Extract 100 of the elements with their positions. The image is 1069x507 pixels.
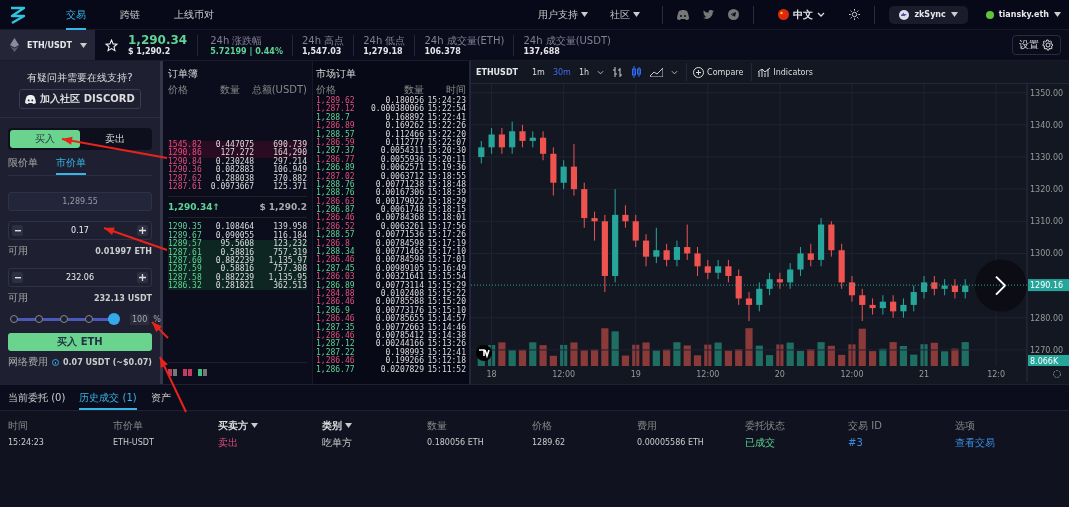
network-selector[interactable]: zkSync [889,5,968,24]
trade-time: 15:17:10 [426,248,466,257]
order-amount: 0.447075 [214,141,255,149]
order-amount: 0.281821 [214,282,255,291]
view-trade-link[interactable]: 查看交易 [955,435,1045,450]
nav-menu[interactable]: 用户支持 [538,7,579,22]
available-value: 0.01997 ETH [95,246,152,256]
sun-icon[interactable] [849,9,861,20]
trade-amount: 0.00784368 [374,214,424,223]
trade-id-link[interactable]: #3 [848,437,955,448]
bars-icon[interactable] [612,66,624,78]
minus-icon[interactable] [12,225,23,236]
trade-price: 1,287.12 [316,105,356,114]
order-price[interactable]: 1286.32 [168,282,210,291]
order-amount: 0.090055 [214,231,255,240]
order-price[interactable]: 1290.36 [168,166,210,175]
nav-tab[interactable]: 上线币对 [174,0,214,30]
candle [951,278,958,299]
minus-icon[interactable] [12,272,23,283]
interval-button[interactable]: 1m [532,67,545,77]
trade-amount: 0.00989105 [374,264,424,273]
number-input[interactable]: 232.06 [23,273,137,282]
interval-button[interactable]: 1h [578,67,590,77]
bird-icon[interactable] [703,10,715,19]
volume-tag: 8.066K [1028,355,1069,366]
info-icon[interactable] [52,358,59,366]
side-tab[interactable]: 卖出 [80,130,150,148]
axis-label: 12:0 [987,370,1006,379]
order-price[interactable]: 1287.60 [168,256,210,266]
book-view-icon[interactable] [168,369,177,376]
side-tab[interactable]: 买入 [10,130,80,148]
caret-icon[interactable] [633,12,641,17]
order-price[interactable]: 1290.86 [168,149,210,158]
order-price[interactable]: 1287.61 [168,182,210,192]
plus-icon[interactable] [137,272,148,283]
order-price[interactable]: 1287.61 [168,248,210,257]
book-view-icon[interactable] [198,369,207,376]
trade-amount: 0.0063261 [380,222,424,231]
compare-button[interactable]: Compare [686,63,744,81]
trade-time: 15:15:29 [426,281,466,290]
number-input[interactable]: 0.17 [23,226,137,235]
table-cell-text: 吃单方 [322,435,353,450]
trade-price: 1,286.46 [316,357,356,366]
history-tab[interactable]: 资产 [150,391,171,410]
table-cell-text: ETH-USDT [113,438,155,447]
settings-button[interactable]: 设置 [1012,35,1061,55]
caret-icon[interactable] [950,12,958,17]
area-chart-icon[interactable] [650,67,664,77]
trade-time: 15:18:39 [426,189,466,198]
book-view-icon[interactable] [183,369,192,376]
candle [725,259,732,283]
pair-selector[interactable]: ETH/USDT [0,30,95,60]
indicators-button[interactable]: Indicators [751,63,813,81]
order-price[interactable]: 1545.82 [168,141,210,150]
trade-price: 1,288.76 [316,189,356,198]
discord-button[interactable]: 加入社区 DISCORD [19,89,141,109]
caret-icon[interactable] [251,423,258,428]
nav-menu[interactable]: 社区 [610,7,631,22]
chevron-down-icon[interactable] [817,12,826,17]
buy-button[interactable]: 买入 ETH [8,333,152,351]
column-header[interactable]: 类别 [322,418,342,433]
discord-icon[interactable] [677,9,690,20]
trade-time: 15:24:23 [426,97,466,105]
interval-button[interactable]: 30m [552,67,571,77]
caret-icon[interactable] [581,12,589,17]
caret-icon[interactable] [345,423,352,428]
logo-icon[interactable] [8,4,28,25]
next-arrow-button[interactable] [975,259,1027,312]
order-type-tab[interactable]: 市价单 [56,154,86,175]
trade-price: 1,287.22 [316,348,356,357]
candle [787,262,794,290]
order-price[interactable]: 1289.57 [168,240,210,249]
trade-price: 1,284.88 [316,290,356,299]
percent-slider[interactable] [8,313,120,325]
caret-icon[interactable] [79,42,87,48]
trade-time: 15:17:26 [426,231,466,240]
nav-tab[interactable]: 跨链 [120,0,140,30]
order-type-tab[interactable]: 限价单 [8,154,38,175]
language-selector[interactable]: 中文 [793,7,814,22]
column-header[interactable]: 买卖方 [218,418,248,433]
trade-time: 15:17:19 [426,239,466,248]
axis-label: 20 [774,370,785,379]
amount-field[interactable]: 0.17 [8,221,152,240]
trade-time: 15:15:10 [426,306,466,315]
order-price[interactable]: 1287.59 [168,265,210,274]
account-menu[interactable]: tiansky.eth [998,10,1049,19]
paper-plane-icon[interactable] [728,9,740,20]
order-price[interactable]: 1287.62 [168,174,210,183]
trade-time: 15:18:48 [426,180,466,189]
order-amount: 127.272 [220,149,255,158]
caret-icon[interactable] [1054,12,1061,17]
total-field[interactable]: 232.06 [8,268,152,287]
candles-icon[interactable] [631,66,643,78]
plus-icon[interactable] [137,225,148,236]
order-price[interactable]: 1290.35 [168,223,210,232]
order-total: 125.371 [272,182,307,192]
candle [663,243,670,267]
history-tab[interactable]: 当前委托 (0) [8,391,66,410]
candle [519,124,526,148]
star-icon[interactable] [105,38,118,52]
